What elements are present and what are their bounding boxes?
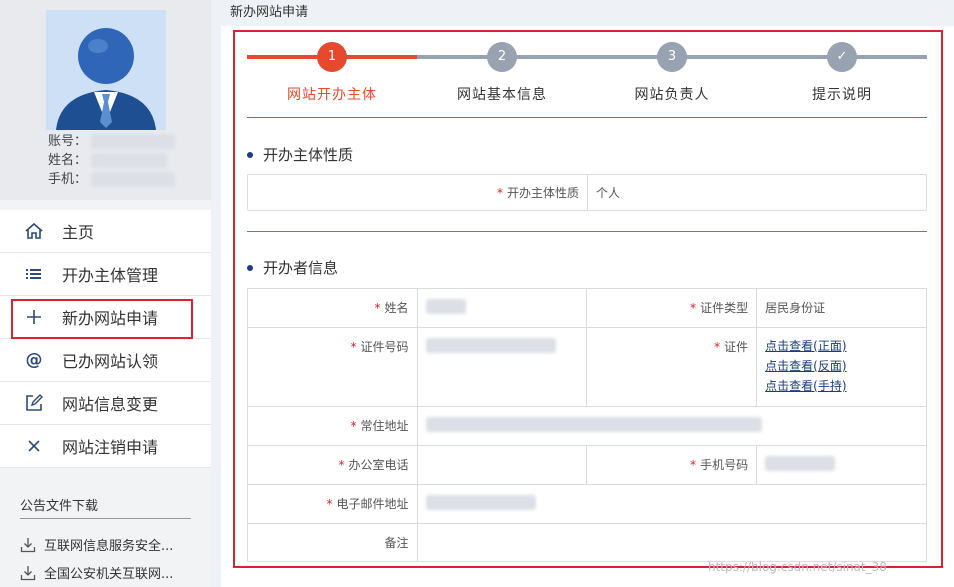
download-icon	[20, 537, 36, 553]
notice-title: 公告文件下载	[20, 495, 98, 514]
office-phone-value	[417, 446, 587, 485]
id-type-value: 居民身份证	[757, 289, 927, 328]
table-row: *姓名 *证件类型 居民身份证	[248, 289, 927, 328]
sidebar-item-entity-management[interactable]: 开办主体管理	[0, 253, 211, 296]
bullet-icon	[247, 152, 253, 158]
sidebar-item-cancel-website[interactable]: 网站注销申请	[0, 425, 211, 468]
mobile-value	[757, 446, 927, 485]
page-title: 新办网站申请	[221, 0, 954, 26]
table-row: *办公室电话 *手机号码	[248, 446, 927, 485]
home-icon	[24, 221, 44, 241]
step-check-icon: ✓	[827, 42, 857, 72]
sidebar-item-claim-website[interactable]: @ 已办网站认领	[0, 339, 211, 382]
entity-nature-row: *开办主体性质 个人	[247, 174, 927, 211]
notice-divider	[20, 518, 191, 519]
name-value	[417, 289, 587, 328]
watermark: https://blog.csdn.net/sinat_38	[708, 560, 887, 574]
notice-file-label: 互联网信息服务安全...	[44, 535, 173, 554]
close-icon	[24, 436, 44, 456]
sidebar-item-label: 主页	[62, 219, 94, 243]
email-value	[417, 485, 926, 524]
step-label: 网站基本信息	[417, 84, 587, 104]
sidebar-item-label: 网站信息变更	[62, 391, 158, 415]
remark-value	[417, 524, 926, 562]
name-value	[91, 153, 167, 168]
bullet-icon	[247, 265, 253, 271]
table-row: *常住地址	[248, 407, 927, 446]
notice-file-link[interactable]: 全国公安机关互联网...	[20, 563, 173, 582]
sidebar-item-label: 新办网站申请	[62, 305, 158, 329]
user-profile-card: 账号： 姓名： 手机：	[0, 0, 211, 200]
notice-file-link[interactable]: 互联网信息服务安全...	[20, 535, 173, 554]
step-number: 2	[487, 42, 517, 72]
table-row: 备注	[248, 524, 927, 562]
section-title-entity-nature: 开办主体性质	[247, 144, 353, 165]
owner-info-table: *姓名 *证件类型 居民身份证 *证件号码 *证件 点击查看(正面) 点击查看(…	[247, 288, 927, 562]
step-2[interactable]: 2 网站基本信息	[417, 42, 587, 104]
step-number: 3	[657, 42, 687, 72]
id-type-label: *证件类型	[587, 289, 757, 328]
progress-stepper: 1 网站开办主体 2 网站基本信息 3 网站负责人 ✓ 提示说明	[247, 42, 927, 102]
address-value	[417, 407, 926, 446]
account-label: 账号：	[48, 132, 87, 151]
sidebar-item-label: 开办主体管理	[62, 262, 158, 286]
cert-links: 点击查看(正面) 点击查看(反面) 点击查看(手持)	[757, 328, 927, 407]
name-label: *姓名	[248, 289, 418, 328]
table-row: *电子邮件地址	[248, 485, 927, 524]
table-row: *证件号码 *证件 点击查看(正面) 点击查看(反面) 点击查看(手持)	[248, 328, 927, 407]
account-value	[91, 134, 175, 149]
main-content: 新办网站申请 1 网站开办主体 2 网站基本信息 3 网站负责人 ✓ 提示说明	[221, 0, 954, 587]
name-label: 姓名：	[48, 151, 87, 170]
phone-label: 手机：	[48, 170, 87, 189]
sidebar-item-label: 网站注销申请	[62, 434, 158, 458]
entity-nature-label: *开办主体性质	[248, 175, 588, 210]
step-divider	[247, 117, 927, 118]
id-number-label: *证件号码	[248, 328, 418, 407]
sidebar-item-new-website[interactable]: 新办网站申请	[0, 296, 211, 339]
cert-label: *证件	[587, 328, 757, 407]
view-back-link[interactable]: 点击查看(反面)	[765, 356, 918, 376]
sidebar-item-change-info[interactable]: 网站信息变更	[0, 382, 211, 425]
profile-info: 账号： 姓名： 手机：	[48, 132, 175, 189]
step-1[interactable]: 1 网站开办主体	[247, 42, 417, 104]
step-number: 1	[317, 42, 347, 72]
email-label: *电子邮件地址	[248, 485, 418, 524]
notice-downloads: 公告文件下载 互联网信息服务安全... 全国公安机关互联网...	[0, 475, 211, 587]
application-form: 1 网站开办主体 2 网站基本信息 3 网站负责人 ✓ 提示说明 开办主体性质 …	[233, 30, 943, 568]
address-label: *常住地址	[248, 407, 418, 446]
step-3[interactable]: 3 网站负责人	[587, 42, 757, 104]
mobile-label: *手机号码	[587, 446, 757, 485]
remark-label: 备注	[248, 524, 418, 562]
step-label: 网站负责人	[587, 84, 757, 104]
section-title-text: 开办者信息	[263, 257, 338, 278]
section-divider	[247, 231, 927, 232]
id-number-value	[417, 328, 587, 407]
list-icon	[24, 264, 44, 284]
sidebar-menu: 主页 开办主体管理 新办网站申请 @ 已办网站认领 网站信息变更	[0, 210, 211, 468]
step-label: 提示说明	[757, 84, 927, 104]
plus-icon	[24, 307, 44, 327]
step-4[interactable]: ✓ 提示说明	[757, 42, 927, 104]
phone-value	[91, 172, 175, 187]
at-icon: @	[24, 350, 44, 370]
sidebar: 账号： 姓名： 手机： 主页 开办主体管理 新办网站申请 @ 已办网站认领	[0, 0, 211, 587]
step-label: 网站开办主体	[247, 84, 417, 104]
download-icon	[20, 565, 36, 581]
sidebar-item-label: 已办网站认领	[62, 348, 158, 372]
section-title-text: 开办主体性质	[263, 144, 353, 165]
avatar	[46, 10, 166, 130]
user-silhouette-icon	[46, 10, 166, 130]
view-handheld-link[interactable]: 点击查看(手持)	[765, 376, 918, 396]
view-front-link[interactable]: 点击查看(正面)	[765, 336, 918, 356]
notice-file-label: 全国公安机关互联网...	[44, 563, 173, 582]
edit-icon	[24, 393, 44, 413]
section-title-owner-info: 开办者信息	[247, 257, 338, 278]
office-phone-label: *办公室电话	[248, 446, 418, 485]
entity-nature-value: 个人	[588, 175, 620, 210]
sidebar-item-home[interactable]: 主页	[0, 210, 211, 253]
